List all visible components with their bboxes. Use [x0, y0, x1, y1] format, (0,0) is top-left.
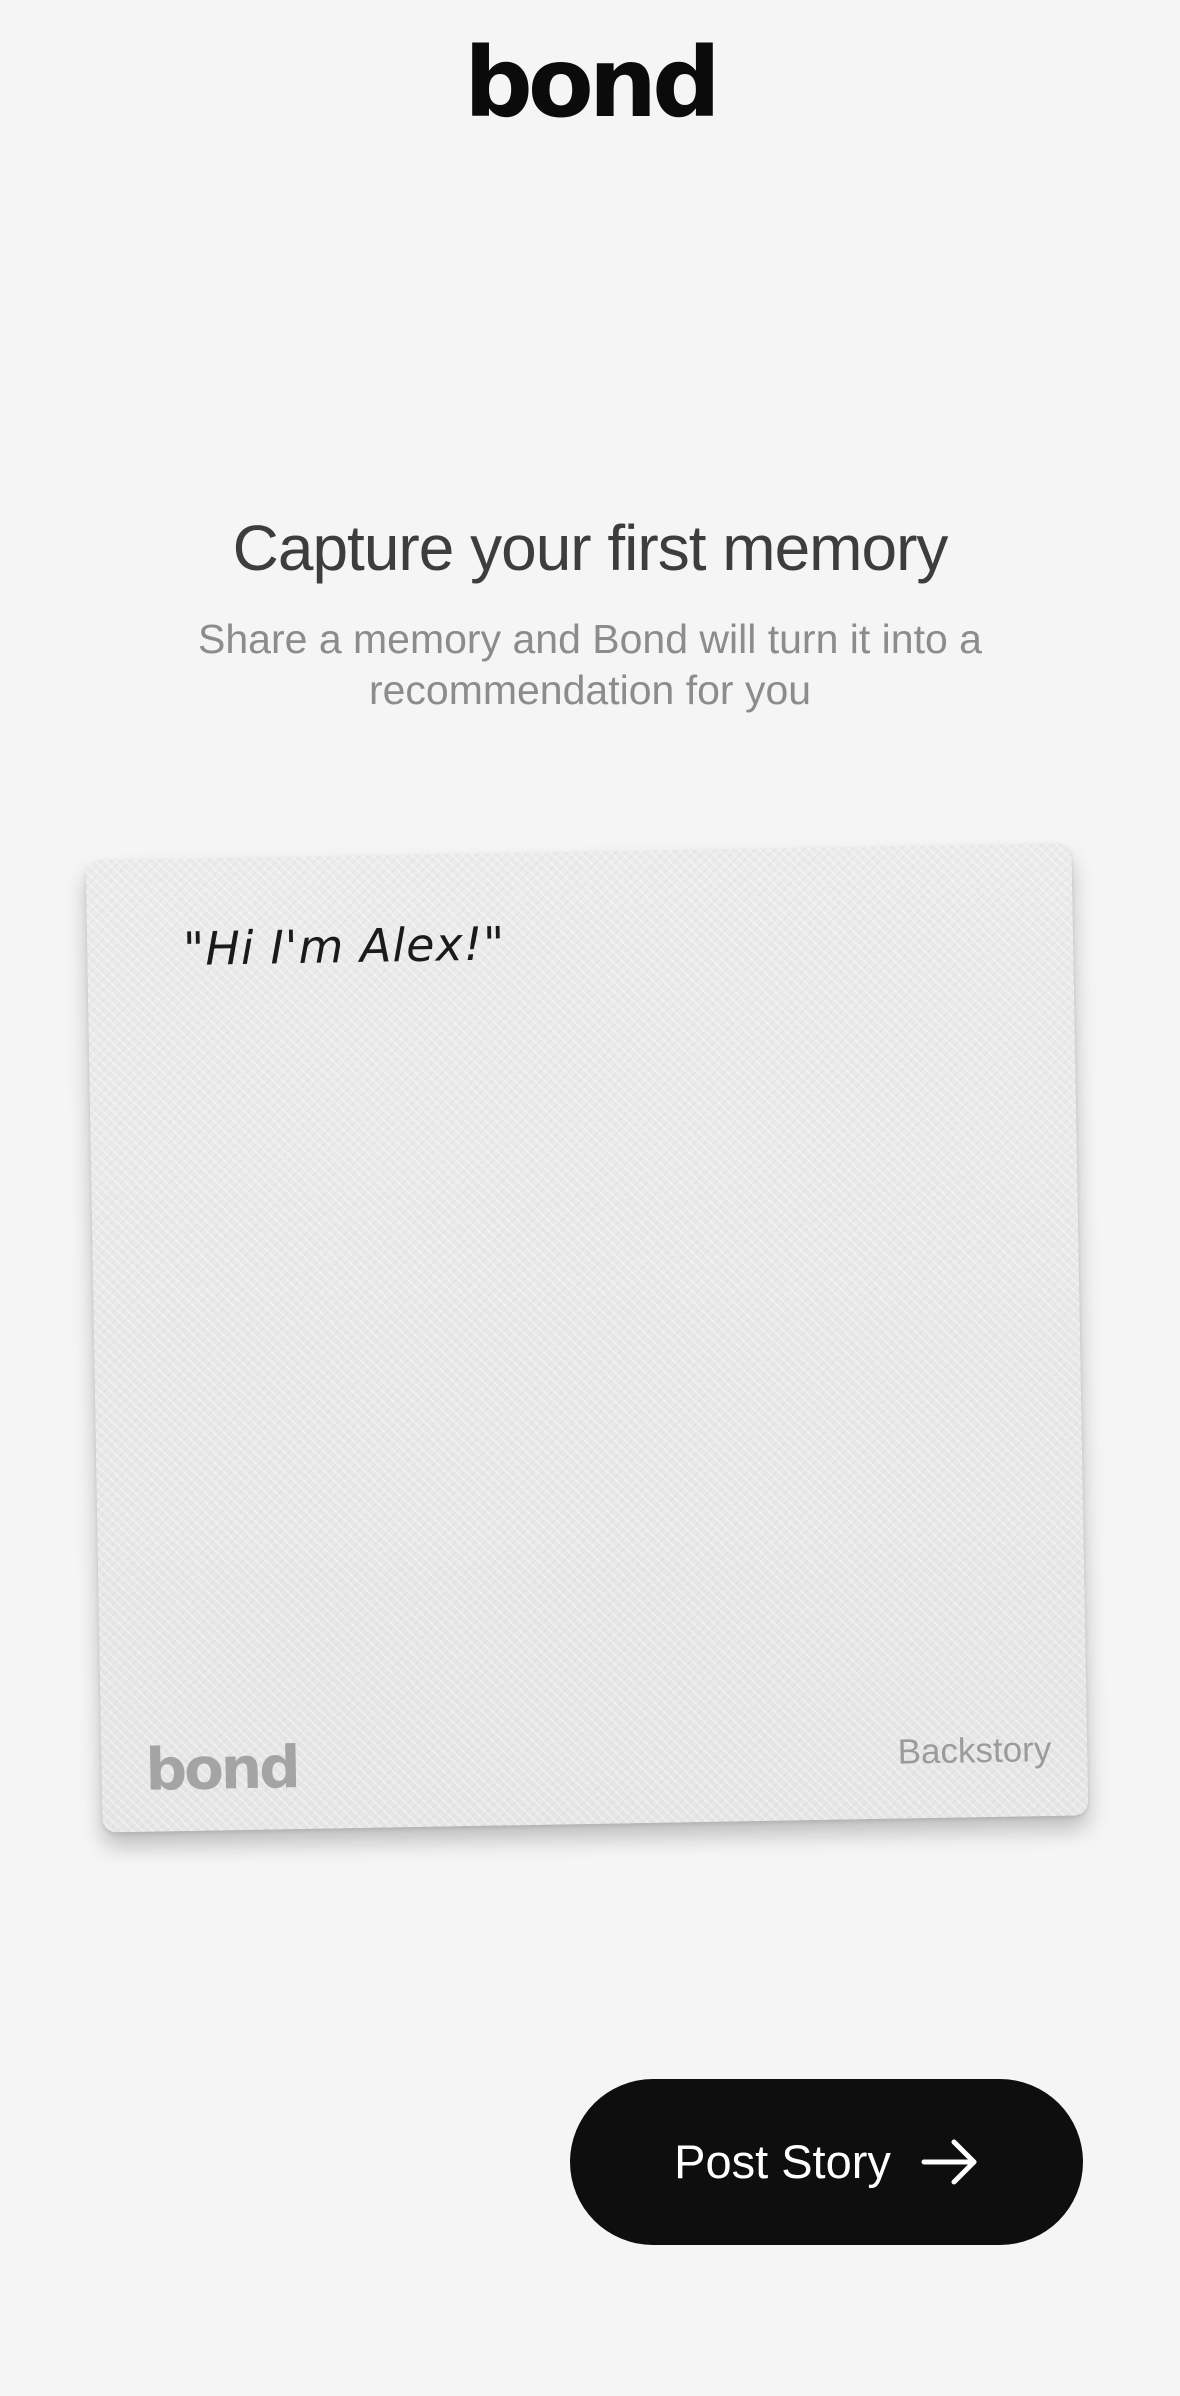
app-logo: bond	[464, 27, 721, 139]
page-subtitle: Share a memory and Bond will turn it int…	[198, 616, 982, 713]
story-card-text[interactable]: "Hi I'm Alex!"	[183, 915, 506, 977]
post-story-label: Post Story	[674, 2135, 891, 2188]
arrow-right-icon	[921, 2139, 977, 2185]
story-card[interactable]: "Hi I'm Alex!" bond Backstory	[85, 843, 1089, 1833]
card-brand-logo: bond	[144, 1733, 299, 1804]
post-story-button[interactable]: Post Story	[570, 2079, 1083, 2245]
page-title: Capture your first memory	[232, 512, 949, 584]
story-card-container: "Hi I'm Alex!" bond Backstory	[85, 843, 1089, 1833]
card-backstory-tag: Backstory	[897, 1729, 1052, 1772]
